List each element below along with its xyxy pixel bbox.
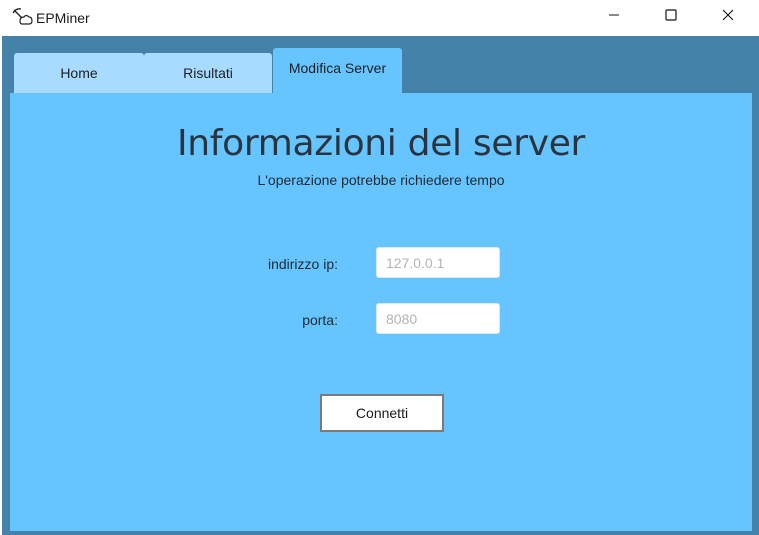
close-button[interactable] — [700, 0, 755, 34]
window-title: EPMiner — [36, 10, 90, 26]
tab-home[interactable]: Home — [14, 53, 144, 93]
minimize-button[interactable] — [586, 0, 641, 34]
minimize-icon — [608, 8, 620, 26]
server-settings-panel: Informazioni del server L'operazione pot… — [10, 93, 752, 531]
tab-risultati[interactable]: Risultati — [144, 53, 272, 93]
page-title: Informazioni del server — [176, 123, 586, 164]
title-bar[interactable]: EPMiner — [0, 0, 759, 36]
close-icon — [722, 8, 734, 26]
ip-label: indirizzo ip: — [267, 256, 338, 272]
connect-button[interactable]: Connetti — [320, 394, 444, 432]
app-window: EPMiner Home Risultati Modifica Server I… — [0, 0, 759, 535]
port-input[interactable] — [376, 303, 500, 334]
tab-modifica-server[interactable]: Modifica Server — [273, 48, 402, 94]
page-subtitle: L'operazione potrebbe richiedere tempo — [257, 172, 505, 188]
client-area: Home Risultati Modifica Server Informazi… — [2, 36, 759, 535]
ip-input[interactable] — [376, 247, 500, 278]
maximize-button[interactable] — [643, 0, 698, 34]
port-label: porta: — [302, 312, 338, 328]
maximize-icon — [664, 8, 677, 26]
pickaxe-cloud-icon — [11, 7, 33, 29]
